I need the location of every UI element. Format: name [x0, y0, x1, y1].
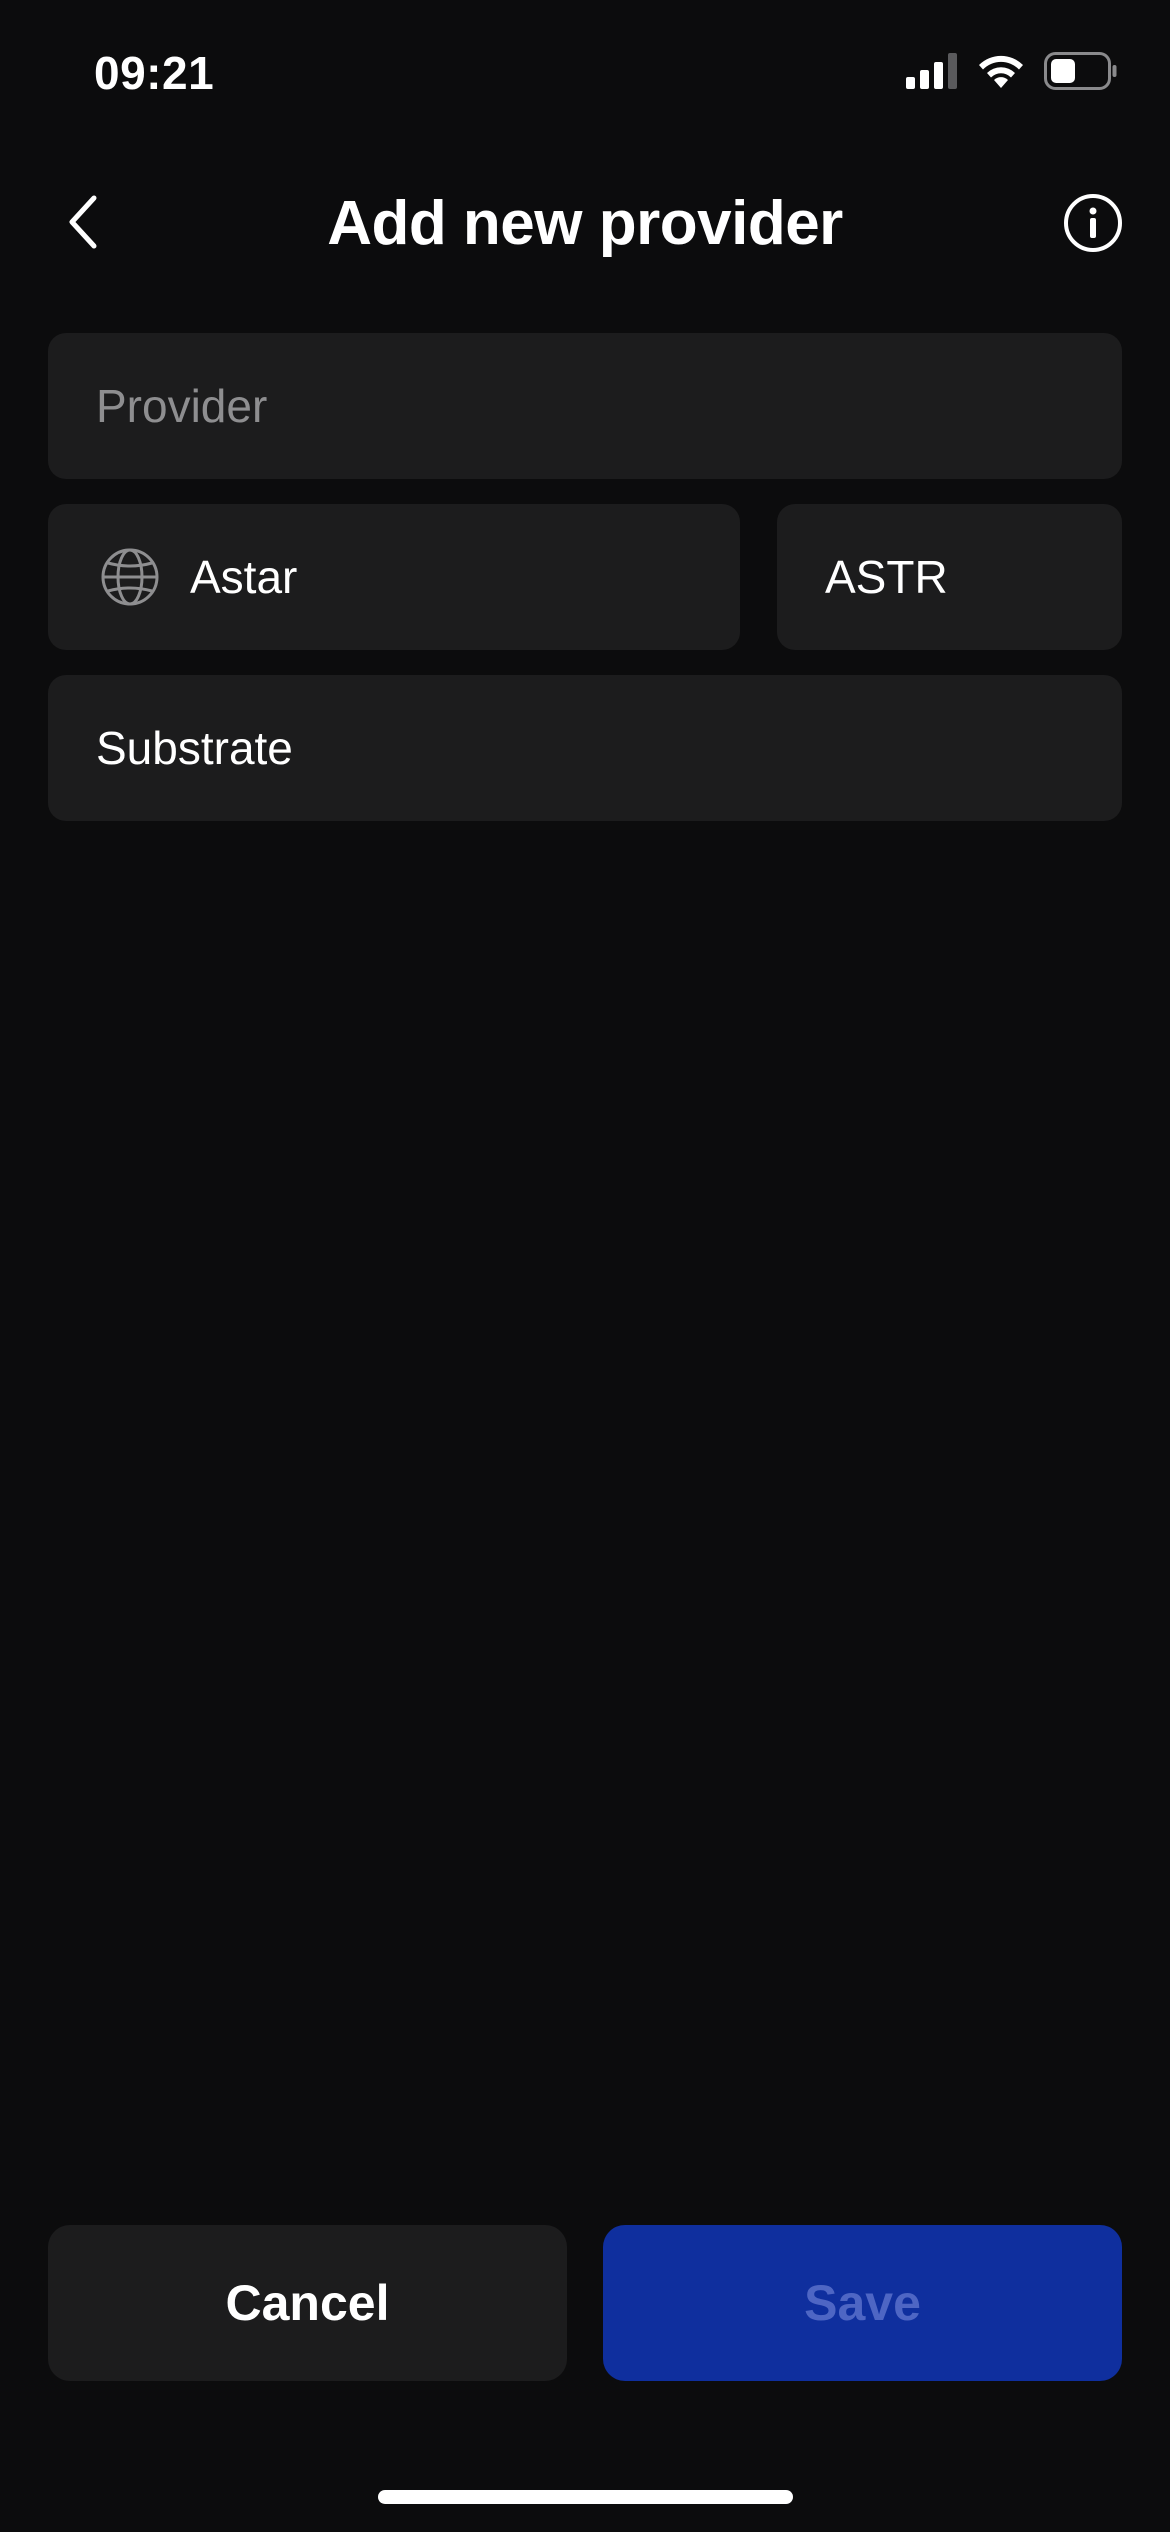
status-time: 09:21: [94, 47, 215, 99]
cellular-signal-icon: [906, 52, 958, 94]
status-icons: [906, 50, 1118, 96]
info-button[interactable]: [1062, 193, 1124, 258]
provider-placeholder: Provider: [96, 380, 268, 432]
type-value: Substrate: [96, 722, 293, 774]
cancel-button[interactable]: Cancel: [48, 2225, 567, 2381]
info-icon: [1063, 193, 1123, 258]
symbol-input[interactable]: ASTR: [777, 504, 1122, 650]
symbol-value: ASTR: [825, 551, 948, 603]
type-select[interactable]: Substrate: [48, 675, 1122, 821]
status-bar: 09:21: [0, 0, 1170, 150]
globe-icon: [100, 547, 160, 607]
network-select[interactable]: Astar: [48, 504, 740, 650]
save-button-label: Save: [804, 2275, 921, 2331]
wifi-icon: [976, 52, 1026, 95]
provider-input[interactable]: Provider: [48, 333, 1122, 479]
network-value: Astar: [190, 551, 298, 603]
header: Add new provider: [0, 170, 1170, 280]
save-button[interactable]: Save: [603, 2225, 1122, 2381]
battery-icon: [1044, 51, 1118, 95]
page-title: Add new provider: [327, 189, 843, 258]
cancel-button-label: Cancel: [225, 2275, 390, 2331]
home-indicator: [378, 2490, 793, 2504]
